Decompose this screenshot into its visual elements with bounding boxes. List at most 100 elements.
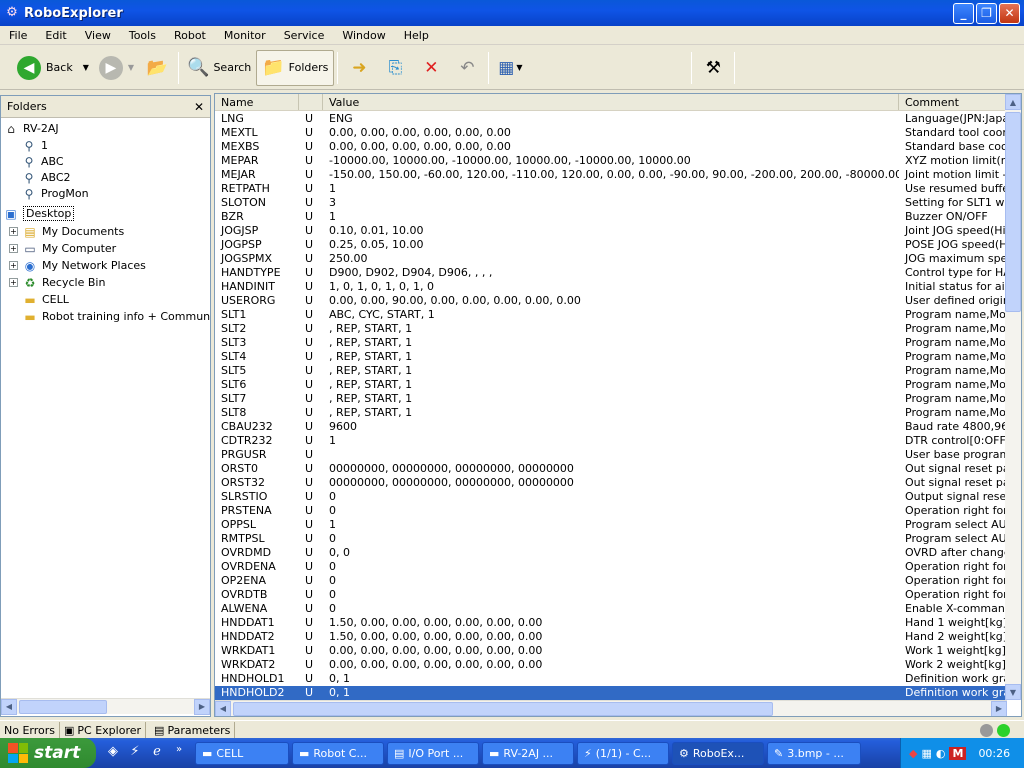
- table-row[interactable]: OVRDTB U 0 Operation right for OV: [215, 588, 1007, 602]
- table-row[interactable]: JOGSPMX U 250.00 JOG maximum speed: [215, 252, 1007, 266]
- tree-node-abc2[interactable]: ⚲ ABC2: [21, 169, 71, 186]
- delete-icon[interactable]: ✕: [419, 56, 443, 80]
- table-row[interactable]: ORST0 U 00000000, 00000000, 00000000, 0000…: [215, 462, 1007, 476]
- table-row[interactable]: WRKDAT2 U 0.00, 0.00, 0.00, 0.00, 0.00, 0.…: [215, 658, 1007, 672]
- table-row[interactable]: LNG U ENG Language(JPN:Japan: [215, 112, 1007, 126]
- table-row[interactable]: SLT6 U , REP, START, 1 Program name,Mode,: [215, 378, 1007, 392]
- table-row[interactable]: SLT2 U , REP, START, 1 Program name,Mode,: [215, 322, 1007, 336]
- table-row[interactable]: HNDHOLD2 U 0, 1 Definition work grasp: [215, 686, 1007, 700]
- table-row[interactable]: MEPAR U -10000.00, 10000.00, -10000.00, 10…: [215, 154, 1007, 168]
- search-button[interactable]: 🔍 Search: [182, 50, 256, 86]
- menu-robot[interactable]: Robot: [165, 29, 215, 42]
- maximize-button[interactable]: ❐: [976, 2, 997, 24]
- scroll-thumb[interactable]: [19, 699, 107, 714]
- list-horizontal-scrollbar[interactable]: ◀ ▶: [215, 700, 1007, 716]
- table-row[interactable]: SLT7 U , REP, START, 1 Program name,Mode,: [215, 392, 1007, 406]
- undo-icon[interactable]: ↶: [455, 56, 479, 80]
- table-row[interactable]: OVRDENA U 0 Operation right for OV: [215, 560, 1007, 574]
- scroll-right-icon[interactable]: ▶: [991, 700, 1007, 716]
- table-row[interactable]: SLT5 U , REP, START, 1 Program name,Mode,: [215, 364, 1007, 378]
- table-row[interactable]: USERORG U 0.00, 0.00, 90.00, 0.00, 0.00, 0…: [215, 294, 1007, 308]
- scroll-up-icon[interactable]: ▲: [1005, 94, 1021, 110]
- table-row[interactable]: JOGJSP U 0.10, 0.01, 10.00 Joint JOG speed(…: [215, 224, 1007, 238]
- table-row[interactable]: HNDDAT1 U 1.50, 0.00, 0.00, 0.00, 0.00, 0.…: [215, 616, 1007, 630]
- table-row[interactable]: RMTPSL U 0 Program select AUTC: [215, 532, 1007, 546]
- menu-monitor[interactable]: Monitor: [215, 29, 275, 42]
- column-name[interactable]: Name: [215, 94, 299, 110]
- table-row[interactable]: ORST32 U 00000000, 00000000, 00000000, 000…: [215, 476, 1007, 490]
- tree-node-desktop[interactable]: ▣ Desktop: [3, 205, 75, 222]
- more-chevron-icon[interactable]: »: [170, 744, 188, 762]
- tab-pc-explorer[interactable]: ▣ PC Explorer: [60, 721, 147, 739]
- menu-file[interactable]: File: [0, 29, 36, 42]
- start-button[interactable]: start: [0, 738, 96, 768]
- tree-node-my-network-places[interactable]: + ◉ My Network Places: [9, 257, 146, 274]
- scroll-left-icon[interactable]: ◀: [215, 700, 231, 716]
- windows-media-icon[interactable]: ◈: [104, 744, 122, 762]
- table-row[interactable]: SLRSTIO U 0 Output signal reset wi: [215, 490, 1007, 504]
- vertical-scrollbar[interactable]: ▲ ▼: [1005, 94, 1021, 700]
- table-row[interactable]: HNDDAT2 U 1.50, 0.00, 0.00, 0.00, 0.00, 0.…: [215, 630, 1007, 644]
- back-button[interactable]: ◀ Back ▼: [12, 50, 94, 86]
- table-row[interactable]: MEXBS U 0.00, 0.00, 0.00, 0.00, 0.00, 0.00…: [215, 140, 1007, 154]
- table-row[interactable]: HANDTYPE U D900, D902, D904, D906, , , , Co…: [215, 266, 1007, 280]
- tray-icon-app3[interactable]: ◐: [936, 747, 946, 760]
- folders-button[interactable]: 📁 Folders: [256, 49, 335, 86]
- tray-icon-app2[interactable]: ▦: [921, 747, 931, 760]
- taskbar-button-roboexplorer[interactable]: ⚙ RoboEx...: [672, 741, 764, 765]
- scroll-thumb[interactable]: [1005, 112, 1021, 312]
- taskbar-button-cosirop[interactable]: ⚡ (1/1) - C...: [577, 741, 669, 765]
- taskbar-button-paint[interactable]: ✎ 3.bmp - ...: [767, 741, 861, 765]
- menu-edit[interactable]: Edit: [36, 29, 75, 42]
- tree-node-progmon[interactable]: ⚲ ProgMon: [21, 185, 89, 202]
- table-row[interactable]: SLT8 U , REP, START, 1 Program name,Mode,: [215, 406, 1007, 420]
- tray-icon-app1[interactable]: ◆: [909, 747, 917, 760]
- table-row[interactable]: SLT1 U ABC, CYC, START, 1 Program name,Mode…: [215, 308, 1007, 322]
- move-to-icon[interactable]: ➜: [347, 56, 371, 80]
- table-row[interactable]: CBAU232 U 9600 Baud rate 4800,9600: [215, 420, 1007, 434]
- minimize-button[interactable]: _: [953, 2, 974, 24]
- menu-window[interactable]: Window: [333, 29, 394, 42]
- scroll-right-icon[interactable]: ▶: [194, 698, 210, 715]
- menu-service[interactable]: Service: [275, 29, 334, 42]
- table-row[interactable]: OVRDMD U 0, 0 OVRD after change M: [215, 546, 1007, 560]
- tree-node-recycle-bin[interactable]: + ♻ Recycle Bin: [9, 274, 105, 291]
- internet-explorer-icon[interactable]: ℯ: [148, 744, 166, 762]
- table-row[interactable]: JOGPSP U 0.25, 0.05, 10.00 POSE JOG speed(H…: [215, 238, 1007, 252]
- table-row[interactable]: CDTR232 U 1 DTR control[0:OFF,1:: [215, 434, 1007, 448]
- table-row[interactable]: ALWENA U 0 Enable X-command,S: [215, 602, 1007, 616]
- table-row[interactable]: PRGUSR U User base program na: [215, 448, 1007, 462]
- taskbar-button-io-port[interactable]: ▤ I/O Port ...: [387, 741, 479, 765]
- tree-node-cell[interactable]: ▬ CELL: [22, 291, 69, 308]
- copy-to-icon[interactable]: ⎘: [383, 56, 407, 80]
- tree-node-rv-2aj[interactable]: ⌂ RV-2AJ: [3, 120, 58, 137]
- column-comment[interactable]: Comment: [899, 94, 1007, 110]
- taskbar-button-cell[interactable]: ▬ CELL: [195, 741, 289, 765]
- table-row[interactable]: MEJAR U -150.00, 150.00, -60.00, 120.00, -…: [215, 168, 1007, 182]
- scroll-down-icon[interactable]: ▼: [1005, 684, 1021, 700]
- tray-icon-mail[interactable]: M: [949, 746, 967, 760]
- table-row[interactable]: WRKDAT1 U 0.00, 0.00, 0.00, 0.00, 0.00, 0.…: [215, 644, 1007, 658]
- expand-icon[interactable]: +: [9, 261, 18, 270]
- close-pane-icon[interactable]: ✕: [194, 100, 204, 114]
- table-row[interactable]: SLT3 U , REP, START, 1 Program name,Mode,: [215, 336, 1007, 350]
- tree-node-my-documents[interactable]: + ▤ My Documents: [9, 223, 124, 240]
- up-folder-icon[interactable]: 📂: [145, 56, 169, 80]
- table-row[interactable]: HNDHOLD1 U 0, 1 Definition work grasp: [215, 672, 1007, 686]
- column-value[interactable]: Value: [323, 94, 899, 110]
- table-row[interactable]: OPPSL U 1 Program select AUTC: [215, 518, 1007, 532]
- folders-horizontal-scrollbar[interactable]: ◀ ▶: [1, 698, 210, 715]
- taskbar-button-robot-c[interactable]: ▬ Robot C...: [292, 741, 384, 765]
- menu-view[interactable]: View: [76, 29, 120, 42]
- tab-parameters[interactable]: ▤ Parameters: [150, 721, 236, 739]
- expand-icon[interactable]: +: [9, 278, 18, 287]
- tree-node-robot-training[interactable]: ▬ Robot training info + Communicatio: [22, 308, 210, 325]
- chevron-down-icon[interactable]: ▼: [83, 63, 89, 72]
- menu-help[interactable]: Help: [395, 29, 438, 42]
- table-row[interactable]: RETPATH U 1 Use resumed buffer 1: [215, 182, 1007, 196]
- table-row[interactable]: SLOTON U 3 Setting for SLT1 whe: [215, 196, 1007, 210]
- taskbar-button-rv-2aj[interactable]: ▬ RV-2AJ ...: [482, 741, 574, 765]
- expand-icon[interactable]: +: [9, 244, 18, 253]
- table-row[interactable]: MEXTL U 0.00, 0.00, 0.00, 0.00, 0.00, 0.00…: [215, 126, 1007, 140]
- tree-node-1[interactable]: ⚲ 1: [21, 137, 48, 154]
